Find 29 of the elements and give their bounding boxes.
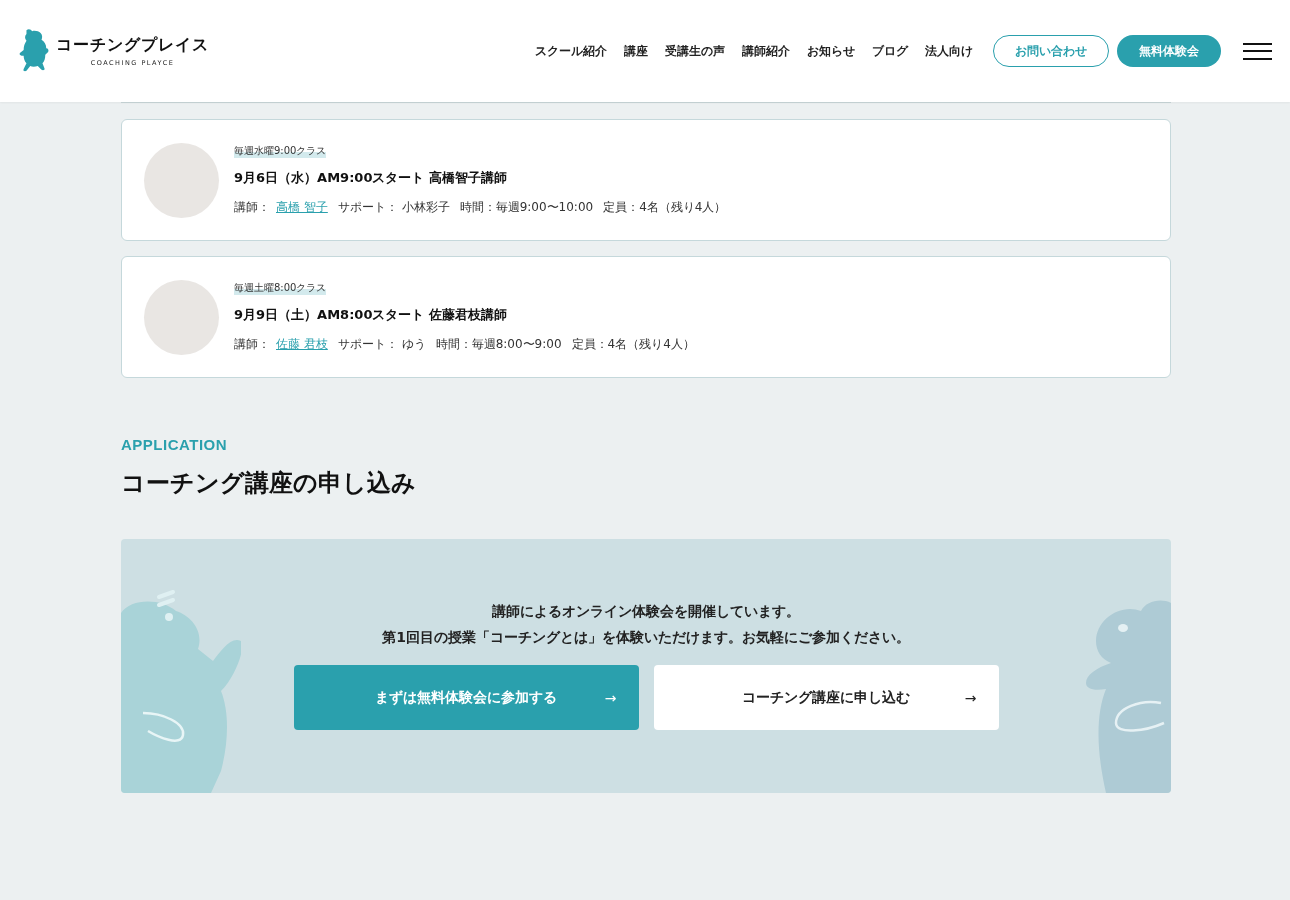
logo-wordmark[interactable]: コーチングプレイス xyxy=(56,35,209,56)
support-text: サポート： ゆう xyxy=(337,336,426,353)
arrow-icon: → xyxy=(964,689,977,706)
nav-link[interactable]: 法人向け xyxy=(925,43,973,59)
section-label: APPLICATION xyxy=(121,436,229,453)
capacity-text: 定員：4名（残り4人） xyxy=(571,336,695,353)
nav-link[interactable]: 受講生の声 xyxy=(665,43,725,59)
arrow-icon: → xyxy=(604,689,617,706)
nav-link[interactable]: お知らせ xyxy=(807,43,855,59)
nav-link[interactable]: スクール紹介 xyxy=(535,43,607,59)
nav-link[interactable]: 講師紹介 xyxy=(742,43,790,59)
nav-link[interactable]: 講座 xyxy=(624,43,648,59)
support-text: サポート： 小林彩子 xyxy=(337,199,450,216)
class-title: 9月6日（水）AM9:00スタート 高橋智子講師 xyxy=(234,169,507,187)
banner-text: 講師によるオンライン体験会を開催しています。 xyxy=(492,603,800,619)
bear-logo-icon[interactable] xyxy=(18,28,50,74)
menu-icon[interactable] xyxy=(1243,42,1272,60)
class-title: 9月9日（土）AM8:00スタート 佐藤君枝講師 xyxy=(234,306,507,324)
teacher-label: 講師： xyxy=(234,199,270,216)
nav-link[interactable]: ブログ xyxy=(872,43,908,59)
banner-text: 第1回目の授業「コーチングとは」を体験いただけます。お気軽にご参加ください。 xyxy=(382,629,910,645)
course-apply-button[interactable]: コーチング講座に申し込む → xyxy=(653,665,999,730)
class-label: 毎週土曜8:00クラス xyxy=(234,281,327,295)
section-title: コーチング講座の申し込み xyxy=(121,468,417,499)
time-text: 時間：毎週8:00〜9:00 xyxy=(435,336,562,353)
class-label: 毎週水曜9:00クラス xyxy=(234,144,327,158)
teacher-label: 講師： xyxy=(234,336,270,353)
capacity-text: 定員：4名（残り4人） xyxy=(603,199,727,216)
time-text: 時間：毎週9:00〜10:00 xyxy=(459,199,594,216)
